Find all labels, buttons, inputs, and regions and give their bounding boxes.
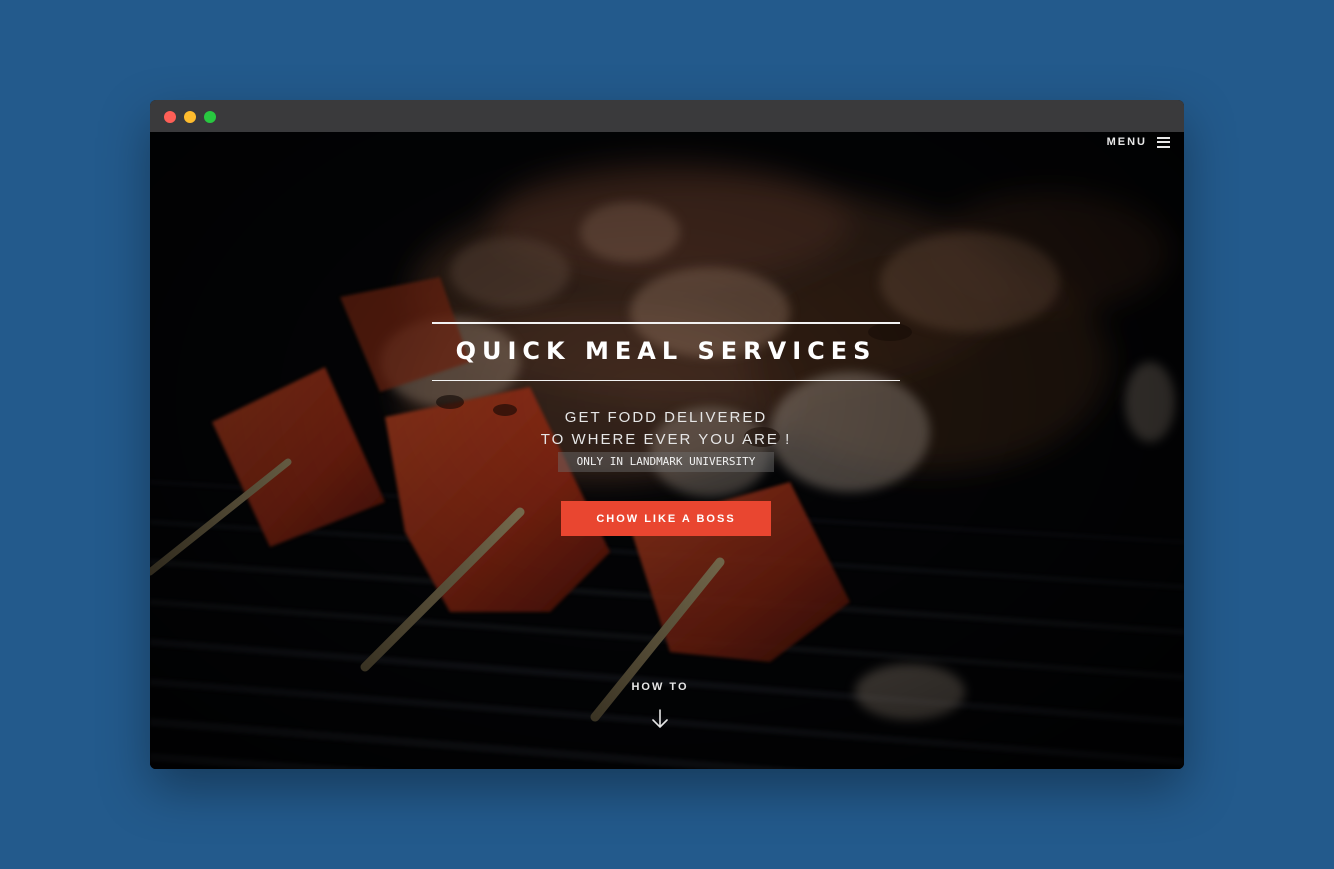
browser-window: MENU QUICK MEAL SERVICES GET FODD DELIVE… [150,100,1184,769]
hamburger-icon [1157,136,1170,148]
location-note-badge: ONLY IN LANDMARK UNIVERSITY [558,452,774,472]
window-titlebar [150,100,1184,132]
how-to-label: HOW TO [631,681,689,693]
how-to-scroll-link[interactable]: HOW TO [610,680,710,729]
site-title: QUICK MEAL SERVICES [455,337,877,365]
maximize-window-button[interactable] [204,111,216,123]
hero-subtitle-line-1: GET FODD DELIVERED [564,409,768,426]
menu-toggle[interactable]: MENU [1107,136,1170,148]
title-top-rule [432,322,900,324]
chow-like-a-boss-button[interactable]: CHOW LIKE A BOSS [561,501,771,536]
hero-subtitle-line-2: TO WHERE EVER YOU ARE ! [540,431,792,448]
menu-label: MENU [1106,136,1147,148]
close-window-button[interactable] [164,111,176,123]
arrow-down-icon [652,709,668,728]
title-bottom-rule [432,380,900,381]
minimize-window-button[interactable] [184,111,196,123]
hero-section: MENU QUICK MEAL SERVICES GET FODD DELIVE… [150,132,1184,769]
hero-overlay [150,132,1184,769]
